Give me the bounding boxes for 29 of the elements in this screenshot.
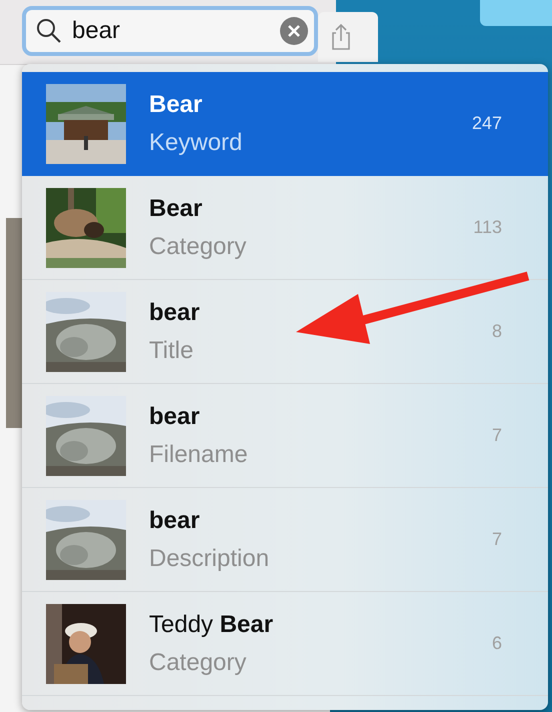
result-type: Category — [149, 232, 248, 260]
result-type: Keyword — [149, 128, 244, 156]
result-count: 247 — [472, 113, 502, 134]
result-type: Category — [149, 648, 248, 676]
result-type: Description — [149, 544, 270, 572]
result-count: 7 — [492, 529, 502, 550]
result-title: Bear — [149, 90, 204, 118]
clear-icon[interactable] — [280, 17, 308, 45]
result-item[interactable]: Bear Keyword 247 — [22, 72, 548, 176]
result-item[interactable]: Bear Category 113 — [22, 176, 548, 280]
result-title: Teddy Bear — [149, 610, 274, 638]
result-item[interactable]: bear Filename 7 — [22, 384, 548, 488]
search-field[interactable]: bear — [22, 6, 318, 56]
result-type: Title — [149, 336, 194, 364]
result-type: Filename — [149, 440, 249, 468]
share-button[interactable] — [318, 12, 378, 62]
result-title: bear — [149, 506, 201, 534]
result-count: 8 — [492, 321, 502, 342]
result-count: 6 — [492, 633, 502, 654]
result-count: 113 — [473, 217, 502, 238]
result-item[interactable]: Teddy Bear Category 6 — [22, 592, 548, 696]
search-input[interactable]: bear — [72, 17, 270, 45]
result-item[interactable]: bear Description 7 — [22, 488, 548, 592]
search-icon — [36, 18, 62, 44]
share-icon — [330, 23, 352, 51]
result-count: 7 — [492, 425, 502, 446]
result-title: bear — [149, 402, 201, 430]
result-title: bear — [149, 298, 201, 326]
result-title: Bear — [149, 194, 204, 222]
